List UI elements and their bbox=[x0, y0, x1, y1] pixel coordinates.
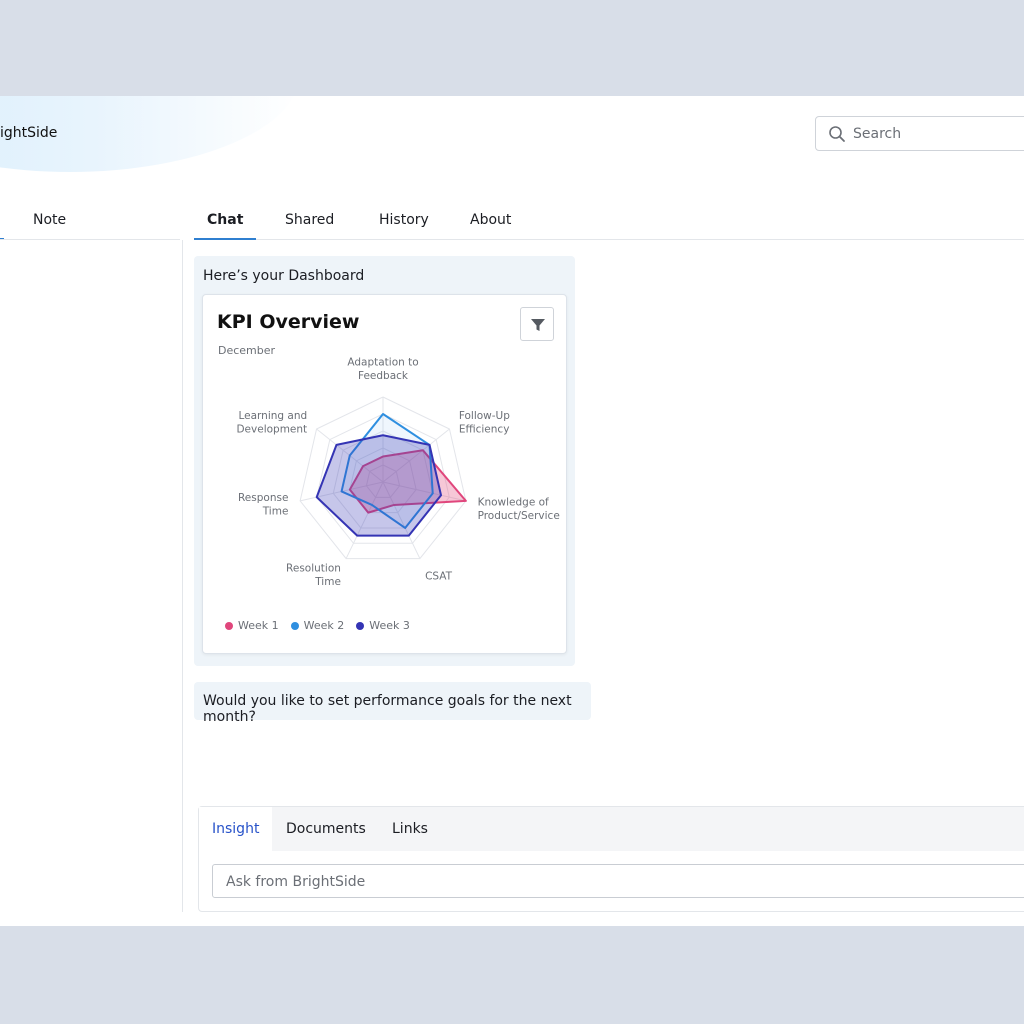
axis-label-line: Time bbox=[314, 576, 341, 588]
axis-label: Resolution Time bbox=[286, 562, 341, 588]
filter-icon bbox=[531, 319, 545, 331]
tab-shared[interactable]: Shared bbox=[285, 212, 334, 228]
search-input[interactable]: Search bbox=[853, 126, 901, 142]
message-text: Here’s your Dashboard bbox=[203, 268, 365, 284]
message-text: Would you like to set performance goals … bbox=[203, 693, 572, 725]
composer-tabs: Insight Documents Links bbox=[199, 807, 1024, 851]
axis-label-line: Efficiency bbox=[459, 423, 510, 435]
legend-dot bbox=[225, 621, 233, 630]
ask-input[interactable]: Ask from BrightSide bbox=[212, 864, 1024, 898]
composer-tab-insight[interactable]: Insight bbox=[199, 807, 273, 851]
axis-label-line: Learning and bbox=[238, 410, 307, 422]
search-icon bbox=[829, 126, 845, 142]
ask-input-placeholder: Ask from BrightSide bbox=[226, 874, 366, 890]
kpi-card: KPI Overview December Adaptation to Feedb… bbox=[202, 294, 567, 654]
chart-legend: Week 1 Week 2 Week 3 bbox=[225, 619, 410, 632]
filter-button[interactable] bbox=[520, 307, 554, 341]
axis-label-line: Feedback bbox=[358, 370, 409, 382]
search-box[interactable]: Search bbox=[815, 116, 1024, 151]
axis-label-line: Time bbox=[262, 505, 289, 517]
legend-dot bbox=[290, 621, 299, 630]
tab-history[interactable]: History bbox=[379, 212, 429, 228]
card-title: KPI Overview bbox=[217, 311, 360, 333]
assistant-message-goals: Would you like to set performance goals … bbox=[194, 682, 591, 725]
axis-label: Learning and Development bbox=[236, 410, 307, 436]
tab-about[interactable]: About bbox=[470, 212, 511, 228]
legend-label: Week 3 bbox=[369, 619, 410, 632]
composer-tab-documents[interactable]: Documents bbox=[273, 807, 379, 851]
left-tab-divider bbox=[0, 239, 180, 240]
axis-label: CSAT bbox=[425, 570, 453, 582]
axis-label: Knowledge of Product/Service bbox=[478, 497, 560, 523]
axis-label: Adaptation to Feedback bbox=[347, 357, 418, 383]
legend-label: Week 2 bbox=[303, 619, 345, 632]
legend-dot bbox=[356, 621, 365, 630]
assistant-message-dashboard: Here’s your Dashboard KPI Overview Decem… bbox=[194, 256, 575, 666]
brand-name: ightSide bbox=[0, 125, 58, 141]
app-window: ightSide Search Note Chat Shared History… bbox=[0, 96, 1024, 926]
composer-tab-links[interactable]: Links bbox=[379, 807, 441, 851]
legend-item: Week 2 bbox=[290, 619, 345, 632]
active-tab-indicator bbox=[194, 238, 256, 240]
axis-label-line: Knowledge of bbox=[478, 497, 549, 509]
axis-label-line: Follow-Up bbox=[459, 410, 510, 422]
axis-label-line: Product/Service bbox=[478, 510, 560, 522]
panel-divider bbox=[182, 240, 183, 912]
tabs-divider bbox=[194, 239, 1024, 240]
legend-item: Week 3 bbox=[356, 619, 410, 632]
legend-item: Week 1 bbox=[225, 619, 279, 632]
tab-note[interactable]: Note bbox=[33, 212, 66, 228]
axis-label-line: Resolution bbox=[286, 562, 341, 574]
composer: Insight Documents Links Ask from BrightS… bbox=[198, 806, 1024, 912]
tab-chat[interactable]: Chat bbox=[207, 212, 243, 228]
axis-label: Follow-Up Efficiency bbox=[459, 410, 510, 436]
axis-label: Response Time bbox=[238, 492, 288, 518]
legend-label: Week 1 bbox=[238, 619, 279, 632]
radar-chart: Adaptation to Feedback Follow-Up Efficiency… bbox=[236, 357, 560, 588]
axis-label-line: Adaptation to bbox=[347, 357, 418, 369]
axis-label-line: CSAT bbox=[425, 570, 453, 582]
axis-label-line: Development bbox=[236, 423, 307, 435]
axis-label-line: Response bbox=[238, 492, 288, 504]
